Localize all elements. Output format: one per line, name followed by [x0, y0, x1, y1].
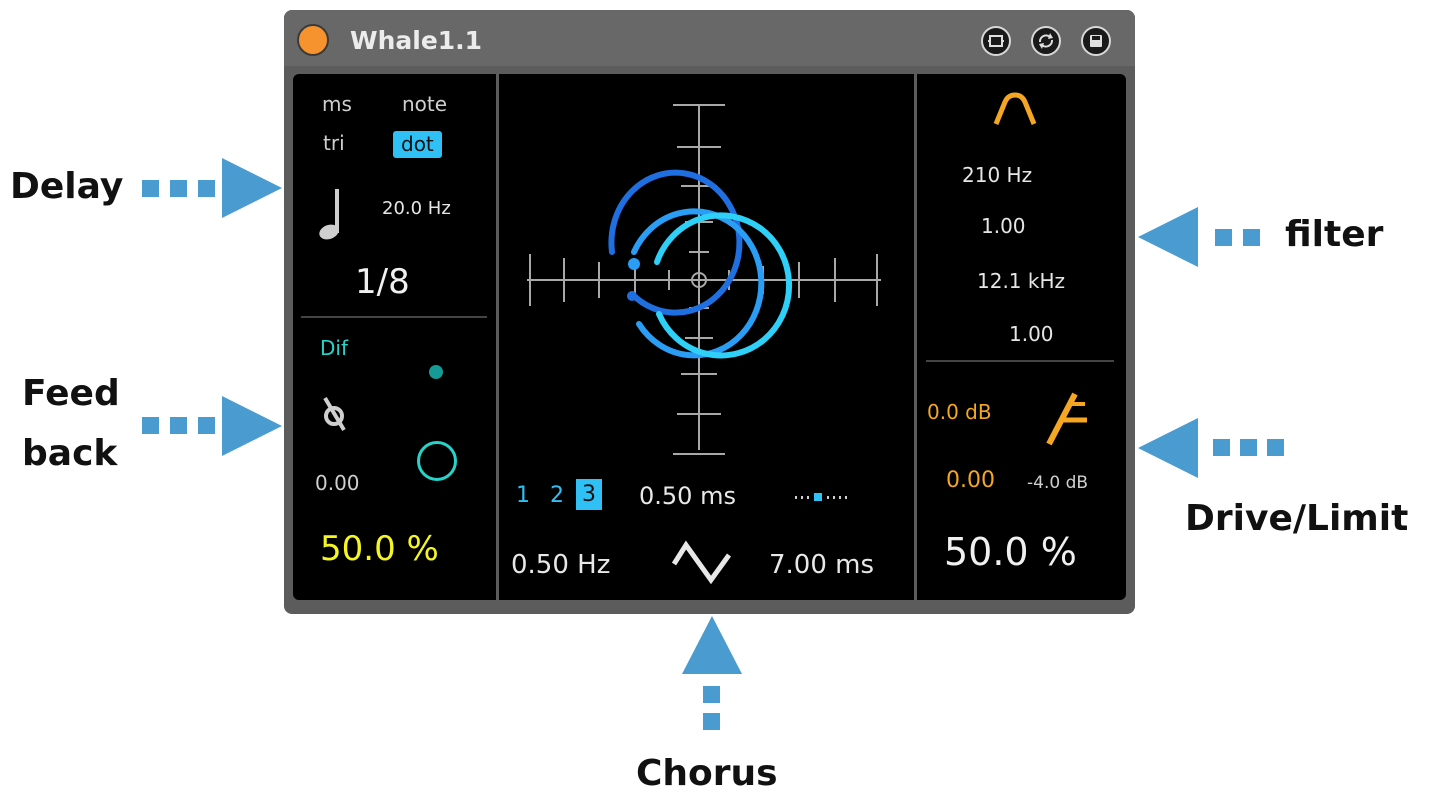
feedback-amount[interactable]: 50.0 %	[320, 529, 439, 569]
chorus-rate[interactable]: 0.50 Hz	[511, 550, 610, 580]
chorus-spread-meter[interactable]	[795, 492, 855, 504]
feedback-ring[interactable]	[417, 441, 457, 481]
filter-low-q[interactable]: 1.00	[981, 214, 1026, 238]
drive-gain[interactable]: 0.0 dB	[927, 400, 992, 424]
chorus-voice-2[interactable]: 2	[550, 483, 564, 508]
chorus-voice-3[interactable]: 3	[576, 479, 602, 510]
chorus-voice-1[interactable]: 1	[516, 483, 530, 508]
voice-1-head	[628, 258, 640, 270]
phase-invert-icon[interactable]	[318, 393, 352, 435]
delay-arrow	[142, 158, 282, 218]
dry-wet-amount[interactable]: 50.0 %	[944, 530, 1077, 574]
voice-2-head	[627, 291, 637, 301]
delay-divider	[301, 316, 487, 318]
save-preset-icon[interactable]	[1081, 26, 1111, 56]
filter-divider	[926, 360, 1114, 362]
clip-icon[interactable]	[981, 26, 1011, 56]
delay-mode-ms[interactable]: ms	[322, 92, 352, 116]
feedback-value[interactable]: 0.00	[315, 471, 360, 495]
voice-2-trace	[631, 208, 765, 359]
delay-mode-tri[interactable]: tri	[323, 131, 345, 155]
whale-device: Whale1.1 ms note tri dot 20.0 Hz 1/8 Dif	[284, 10, 1135, 614]
device-title-bar[interactable]: Whale1.1	[284, 10, 1135, 66]
feedback-dif-label[interactable]: Dif	[320, 336, 348, 360]
chorus-panel: 1 2 3 0.50 ms 0.50 Hz 7.00 ms	[499, 74, 914, 600]
chorus-arrow	[682, 616, 742, 730]
quarter-note-icon[interactable]	[316, 186, 350, 242]
filter-high-freq[interactable]: 12.1 kHz	[977, 269, 1065, 293]
delay-feedback-panel: ms note tri dot 20.0 Hz 1/8 Dif 0.00 50.…	[293, 74, 496, 600]
device-power-button[interactable]	[297, 24, 329, 56]
chorus-time[interactable]: 0.50 ms	[639, 482, 736, 510]
bandpass-icon[interactable]	[991, 90, 1041, 128]
drive-limit-arrow	[1138, 418, 1284, 478]
feedback-dif-dot[interactable]	[429, 365, 443, 379]
filter-arrow	[1138, 207, 1260, 267]
limit-threshold[interactable]: -4.0 dB	[1027, 473, 1088, 493]
filter-drive-panel: 210 Hz 1.00 12.1 kHz 1.00 0.0 dB 0.00 -4…	[917, 74, 1126, 600]
drive-value[interactable]: 0.00	[946, 468, 995, 493]
delay-time-value[interactable]: 1/8	[355, 262, 410, 302]
device-title: Whale1.1	[350, 26, 483, 55]
delay-mode-dot[interactable]: dot	[393, 131, 442, 158]
chorus-scope[interactable]	[499, 74, 914, 474]
filter-low-freq[interactable]: 210 Hz	[962, 163, 1032, 187]
delay-rate-value[interactable]: 20.0 Hz	[382, 198, 451, 219]
filter-high-q[interactable]: 1.00	[1009, 322, 1054, 346]
hot-swap-icon[interactable]	[1031, 26, 1061, 56]
limiter-icon[interactable]	[1045, 386, 1093, 450]
triangle-wave-icon[interactable]	[671, 538, 735, 586]
feedback-arrow	[142, 396, 282, 456]
chorus-depth[interactable]: 7.00 ms	[769, 550, 874, 580]
delay-mode-note[interactable]: note	[402, 92, 447, 116]
scope-crosshair	[527, 104, 881, 455]
